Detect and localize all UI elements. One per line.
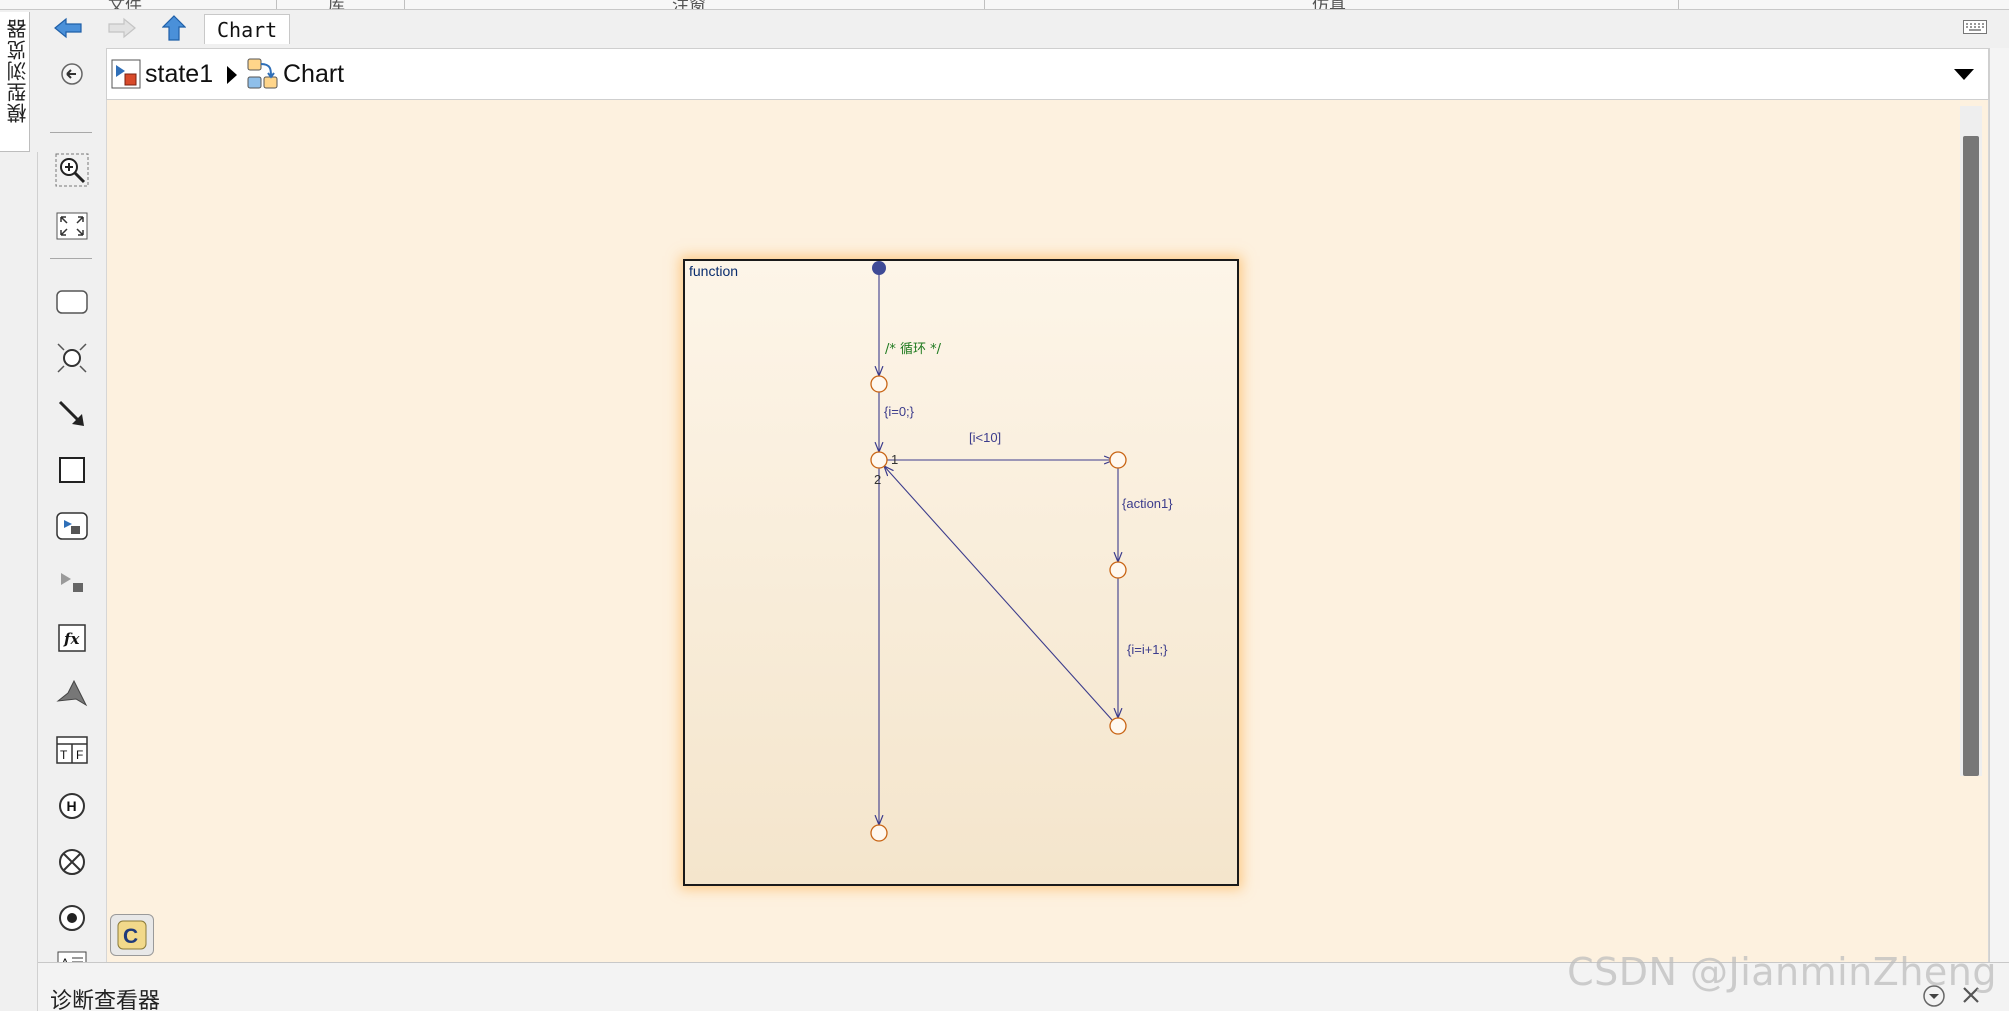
up-button[interactable] — [152, 14, 196, 42]
execution-order-2: 2 — [874, 472, 881, 487]
arrow-up-icon — [162, 15, 186, 41]
ribbon-divider — [1678, 0, 1679, 9]
ribbon-divider — [984, 0, 985, 9]
zoom-button[interactable] — [52, 150, 92, 190]
junction[interactable] — [1109, 717, 1127, 735]
simulink-state-tool[interactable] — [52, 562, 92, 602]
comment-label[interactable]: /* 循环 */ — [885, 342, 942, 357]
ribbon-tab-simulation[interactable]: 仿真 — [1312, 0, 1346, 9]
hide-show-icon — [61, 63, 83, 85]
palette-divider — [50, 258, 92, 259]
watermark: CSDN @JianminZheng — [1567, 950, 1997, 994]
breadcrumb-item-chart[interactable]: Chart — [247, 57, 344, 91]
ribbon-strip: 文件 库 注窗 仿真 — [0, 0, 2009, 10]
breadcrumb-label: state1 — [145, 59, 214, 88]
flow-diagram: /* 循环 */ {i=0;} [i<10] {action1} {i=i+1;… — [870, 261, 1173, 842]
subchart-tool[interactable] — [52, 506, 92, 546]
box-tool[interactable] — [52, 450, 92, 490]
entry-junction-tool[interactable] — [52, 898, 92, 938]
c-language-icon: C — [117, 920, 147, 950]
init-action-label[interactable]: {i=0;} — [884, 404, 915, 419]
history-junction-icon: H — [59, 793, 85, 819]
simulink-state-icon — [61, 573, 83, 592]
svg-text:T: T — [60, 748, 68, 762]
action-language-button[interactable]: C — [110, 914, 154, 956]
junction-tool-icon — [57, 343, 87, 373]
state-tool-icon — [56, 290, 88, 314]
graphical-function-icon: fx — [58, 624, 86, 652]
breadcrumb-separator-icon — [227, 66, 237, 84]
hide-show-button[interactable] — [52, 54, 92, 94]
fit-view-icon — [56, 212, 88, 240]
exit-junction-tool[interactable] — [52, 842, 92, 882]
matlab-function-icon — [56, 679, 88, 707]
truth-table-tool[interactable]: T F — [52, 730, 92, 770]
transition-tool-icon — [58, 400, 84, 426]
arrow-left-icon — [54, 17, 82, 39]
state-tool[interactable] — [52, 282, 92, 322]
stateflow-chart-icon — [247, 58, 278, 89]
ribbon-tab-file[interactable]: 文件 — [108, 0, 142, 9]
box-tool-icon — [59, 457, 85, 483]
fit-view-button[interactable] — [52, 206, 92, 246]
junction[interactable] — [870, 375, 888, 393]
svg-text:F: F — [76, 748, 83, 762]
subchart-tool-icon — [56, 512, 88, 540]
keyboard-icon[interactable] — [1963, 20, 1987, 39]
breadcrumb-label: Chart — [283, 59, 345, 88]
scrollbar-thumb[interactable] — [1963, 136, 1979, 776]
model-browser-tab[interactable]: 模型浏览器 — [0, 12, 30, 152]
condition-label[interactable]: [i<10] — [969, 430, 1001, 445]
increment-label[interactable]: {i=i+1;} — [1127, 642, 1168, 657]
simulink-model-icon — [111, 59, 141, 89]
ribbon-tab-library[interactable]: 库 — [328, 0, 345, 9]
graphical-function-tool[interactable]: fx — [52, 618, 92, 658]
arrow-right-icon — [108, 17, 136, 39]
breadcrumb-dropdown-icon[interactable] — [1954, 69, 1974, 80]
back-button[interactable] — [46, 14, 90, 42]
truth-table-icon: T F — [56, 736, 88, 764]
junction[interactable] — [1109, 451, 1127, 469]
nav-bar: Chart — [38, 10, 2009, 46]
matlab-function-tool[interactable] — [52, 674, 92, 714]
palette-divider — [50, 132, 92, 133]
action-label[interactable]: {action1} — [1122, 496, 1173, 511]
transition-loop-back[interactable] — [884, 466, 1114, 722]
diagnostic-viewer-title[interactable]: 诊断查看器 — [50, 983, 160, 1011]
entry-junction-icon — [59, 905, 85, 931]
svg-text:C: C — [123, 925, 138, 948]
right-panel-strip — [1989, 48, 2009, 962]
vertical-scrollbar[interactable] — [1960, 106, 1982, 776]
ribbon-divider — [404, 0, 405, 9]
ribbon-divider — [276, 0, 277, 9]
default-transition-dot — [872, 261, 886, 275]
junction[interactable] — [1109, 561, 1127, 579]
zoom-icon — [55, 153, 89, 187]
breadcrumb: state1 Chart — [106, 48, 1989, 100]
forward-button[interactable] — [100, 14, 144, 42]
svg-text:H: H — [67, 798, 77, 814]
history-junction-tool[interactable]: H — [52, 786, 92, 826]
svg-text:fx: fx — [63, 630, 80, 648]
execution-order-1: 1 — [891, 452, 898, 467]
ribbon-tab-annotate[interactable]: 注窗 — [672, 0, 706, 9]
tab-chart[interactable]: Chart — [204, 14, 291, 44]
object-palette: fx T F H A — [38, 48, 106, 973]
junction[interactable] — [870, 451, 888, 469]
transition-tool[interactable] — [52, 394, 92, 434]
junction[interactable] — [870, 824, 888, 842]
exit-junction-icon — [59, 849, 85, 875]
breadcrumb-item-state1[interactable]: state1 — [111, 57, 213, 91]
junction-tool[interactable] — [52, 338, 92, 378]
model-browser-label: 模型浏览器 — [6, 18, 30, 123]
left-gutter — [0, 152, 38, 1011]
